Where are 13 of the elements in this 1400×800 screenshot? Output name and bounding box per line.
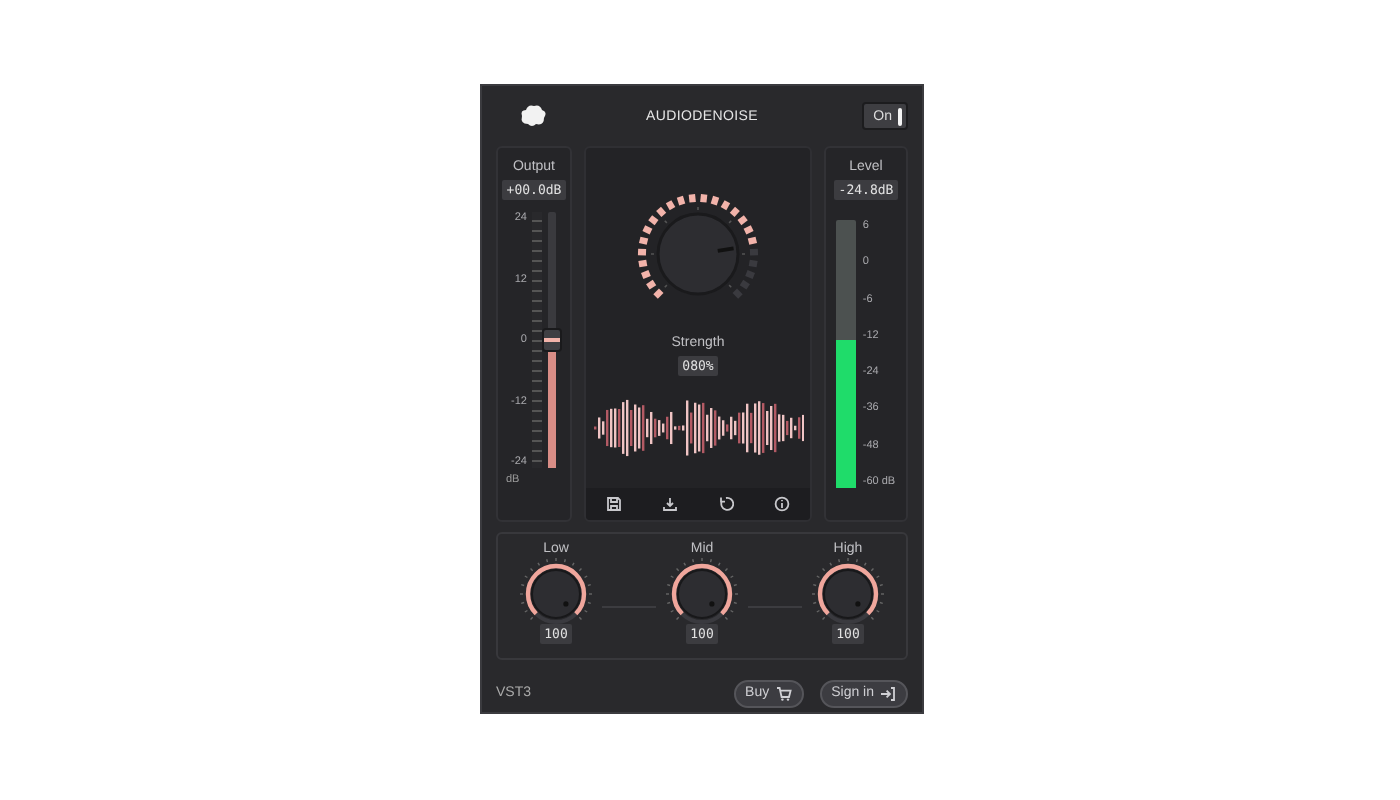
reset-icon[interactable] xyxy=(718,496,734,512)
knob[interactable] xyxy=(637,193,759,299)
save-icon[interactable] xyxy=(606,496,622,512)
knob[interactable] xyxy=(519,557,593,624)
knob[interactable] xyxy=(665,557,739,624)
fader-thumb[interactable] xyxy=(542,328,563,352)
cart-icon xyxy=(775,685,792,701)
sign-in-icon xyxy=(880,685,896,701)
info-icon[interactable] xyxy=(774,496,790,512)
download-icon[interactable] xyxy=(662,496,678,512)
logo-icon xyxy=(520,104,548,128)
fader-track[interactable] xyxy=(548,212,557,468)
knob[interactable] xyxy=(811,557,885,624)
